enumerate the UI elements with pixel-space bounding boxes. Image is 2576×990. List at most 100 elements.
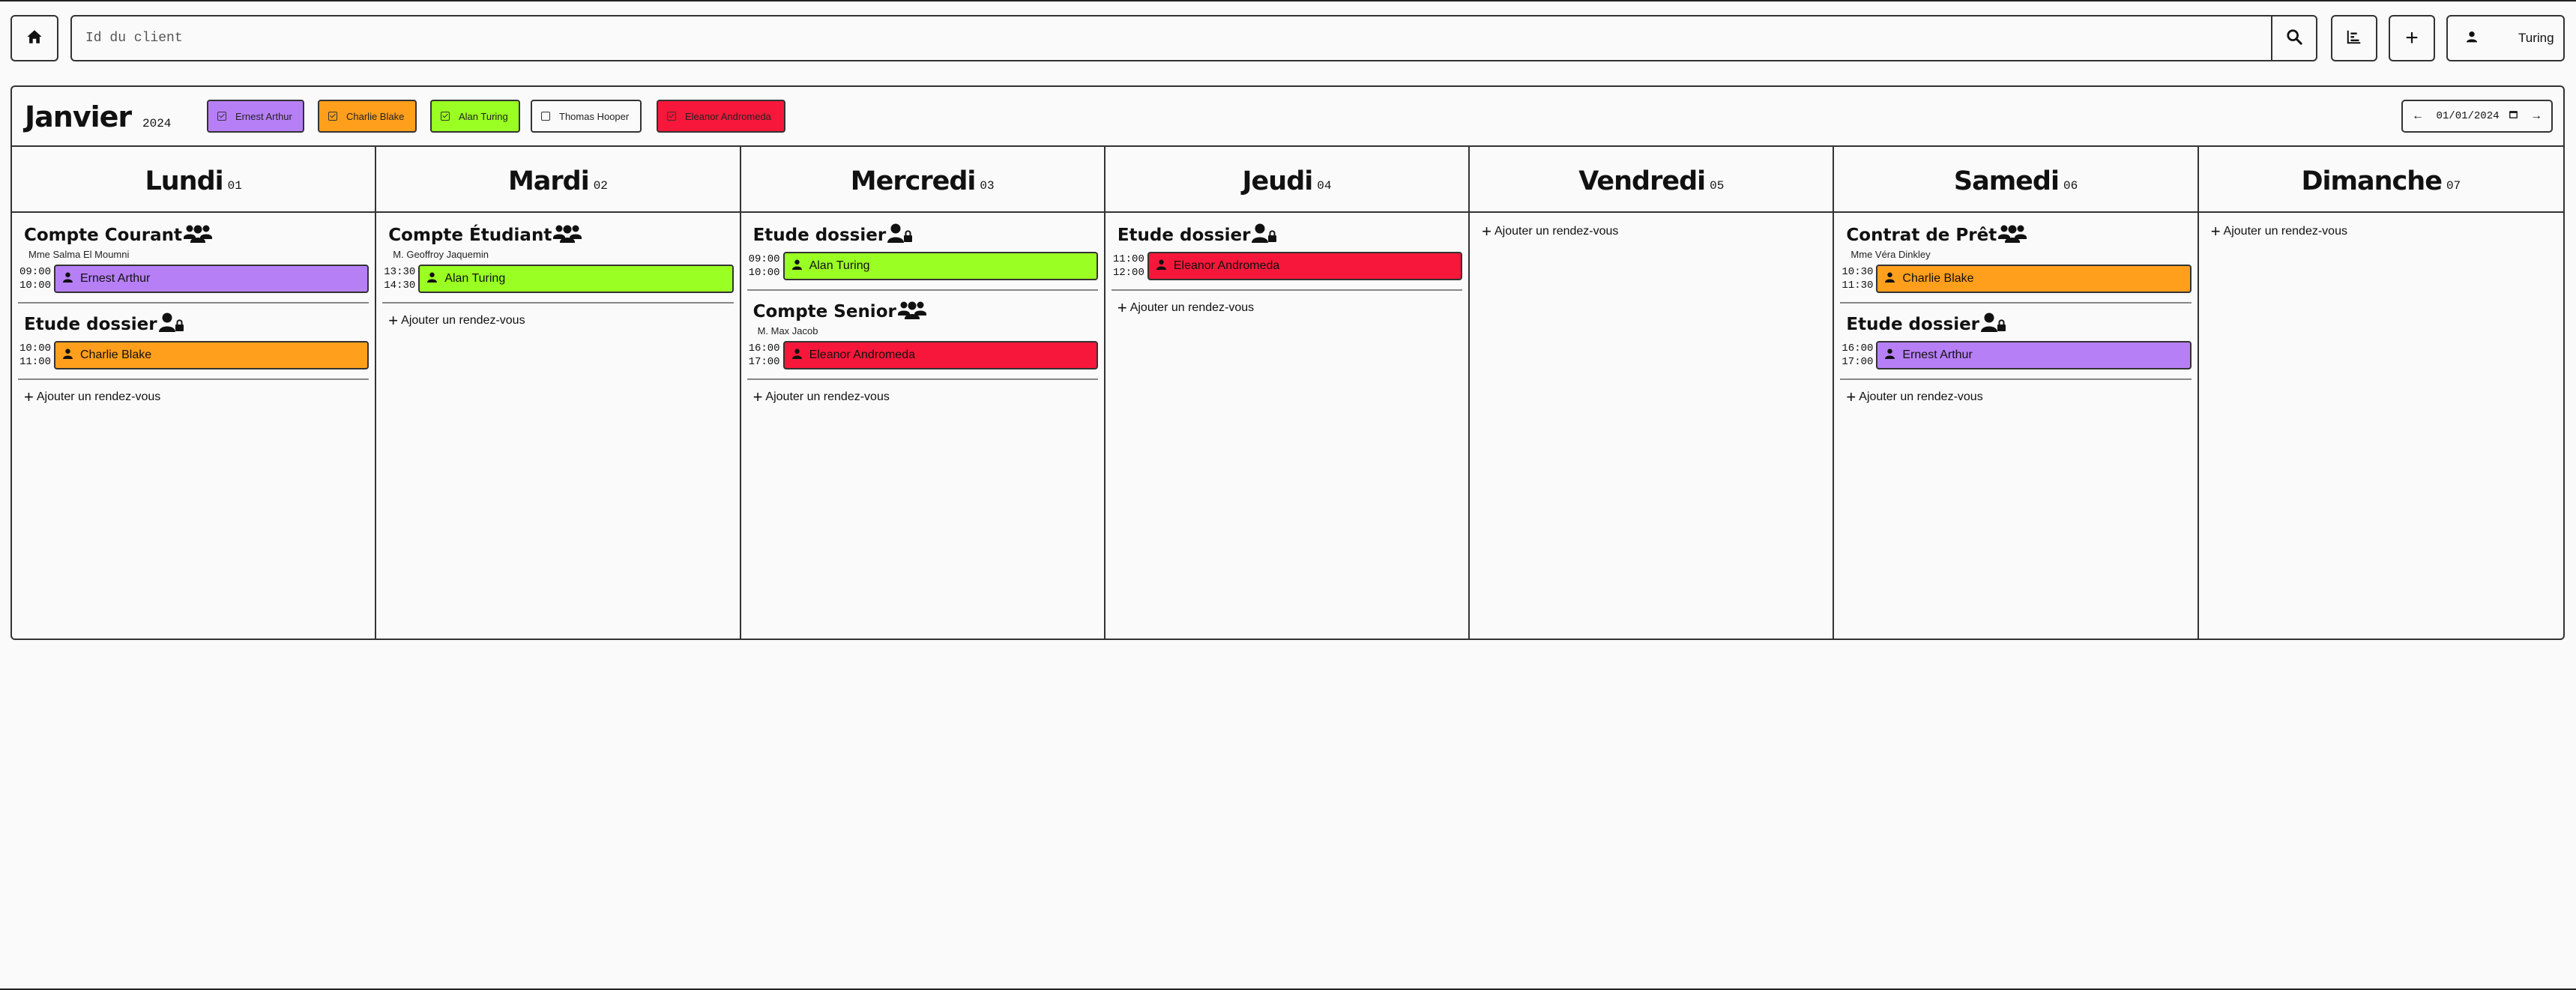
advisor-filter-label: Eleanor Andromeda	[685, 110, 771, 122]
day-body: Etude dossier 09:00 10:00 Alan Turing Compte…	[741, 213, 1104, 405]
add-appointment-label: Ajouter un rendez-vous	[1129, 301, 1255, 314]
home-icon	[26, 28, 43, 49]
appointment-title: Compte Senior	[747, 300, 1098, 324]
user-icon	[791, 348, 809, 363]
add-appointment-link[interactable]: + Ajouter un rendez-vous	[18, 389, 369, 405]
calendar-icon[interactable]	[2509, 109, 2518, 123]
home-button[interactable]	[10, 15, 58, 61]
plus-icon: +	[24, 387, 34, 406]
previous-week-icon[interactable]: ←	[2412, 109, 2424, 123]
advisor-filter-label: Ernest Arthur	[235, 110, 292, 122]
days-grid: Lundi 01 Compte Courant Mme Salma El Moumni…	[12, 147, 2563, 639]
end-time: 17:00	[1841, 356, 1874, 368]
time-range: 09:00 10:00	[747, 253, 783, 280]
advisor-name: Alan Turing	[444, 272, 506, 285]
divider	[18, 302, 369, 304]
search-button[interactable]	[2271, 16, 2316, 60]
client-name: M. Max Jacob	[757, 325, 818, 336]
appointment-advisor-bar[interactable]: Ernest Arthur	[54, 265, 369, 293]
checkbox-icon[interactable]	[667, 112, 676, 121]
plus-icon: +	[752, 387, 763, 406]
appointment-advisor-bar[interactable]: Charlie Blake	[54, 341, 369, 369]
appointment-advisor-bar[interactable]: Eleanor Andromeda	[782, 341, 1098, 369]
start-time: 11:00	[1112, 253, 1144, 265]
top-bar: + Turing	[10, 15, 2565, 61]
next-week-icon[interactable]: →	[2530, 109, 2542, 123]
appointment-title: Etude dossier	[1840, 313, 2191, 336]
add-appointment-link[interactable]: + Ajouter un rendez-vous	[747, 389, 1098, 405]
day-column: Dimanche 07 + Ajouter un rendez-vous	[2198, 147, 2563, 639]
client-name: Mme Véra Dinkley	[1850, 249, 1931, 260]
appointment-advisor-bar[interactable]: Alan Turing	[782, 252, 1098, 280]
divider	[1111, 289, 1463, 291]
advisor-filter-chip[interactable]: Charlie Blake	[318, 100, 417, 133]
add-appointment-link[interactable]: + Ajouter un rendez-vous	[2205, 223, 2557, 240]
appointment-title-text: Etude dossier	[1117, 226, 1251, 245]
appointment-slot: 16:00 17:00 Ernest Arthur	[1840, 341, 2192, 369]
day-body: + Ajouter un rendez-vous	[2199, 213, 2563, 240]
advisor-filter-chip[interactable]: Eleanor Andromeda	[657, 100, 785, 133]
statistics-button[interactable]	[2331, 15, 2377, 61]
user-icon	[1156, 259, 1174, 274]
start-time: 16:00	[1841, 342, 1874, 354]
checkbox-icon[interactable]	[217, 112, 226, 121]
user-icon	[427, 272, 444, 286]
advisor-filter-chip[interactable]: Alan Turing	[430, 100, 520, 133]
appointment-title-text: Compte Courant	[24, 226, 182, 245]
plus-icon: +	[2210, 222, 2221, 241]
checkbox-icon[interactable]	[328, 112, 337, 121]
user-icon	[63, 272, 80, 286]
appointment: Etude dossier 11:00 12:00 Eleanor Andromeda	[1111, 223, 1463, 291]
day-number: 02	[593, 179, 608, 193]
day-header: Jeudi 04	[1105, 147, 1469, 213]
advisor-name: Ernest Arthur	[80, 272, 151, 285]
appointment-slot: 09:00 10:00 Alan Turing	[747, 252, 1098, 280]
checkbox-icon[interactable]	[541, 112, 550, 121]
day-header: Vendredi 05	[1470, 147, 1833, 213]
day-header: Samedi 06	[1834, 147, 2198, 213]
day-name: Dimanche	[2301, 166, 2442, 196]
appointment-title: Compte Étudiant	[382, 223, 733, 247]
advisor-filter-label: Alan Turing	[459, 110, 508, 122]
day-header: Dimanche 07	[2198, 147, 2563, 213]
appointment-advisor-bar[interactable]: Alan Turing	[418, 265, 734, 293]
add-appointment-link[interactable]: + Ajouter un rendez-vous	[1476, 223, 1827, 240]
add-appointment-link[interactable]: + Ajouter un rendez-vous	[1111, 300, 1462, 316]
user-menu-button[interactable]: Turing	[2446, 15, 2565, 61]
advisor-name: Alan Turing	[809, 259, 870, 272]
add-appointment-label: Ajouter un rendez-vous	[401, 314, 525, 327]
advisor-name: Charlie Blake	[80, 348, 152, 361]
appointment-slot: 10:30 11:30 Charlie Blake	[1840, 265, 2192, 293]
appointment-advisor-bar[interactable]: Charlie Blake	[1876, 265, 2192, 293]
advisor-filter-chip[interactable]: Thomas Hooper	[531, 100, 642, 133]
add-button[interactable]: +	[2389, 15, 2435, 61]
user-icon	[2466, 31, 2478, 46]
appointment-slot: 16:00 17:00 Eleanor Andromeda	[747, 341, 1098, 369]
user-icon	[1885, 272, 1902, 286]
appointment-advisor-bar[interactable]: Ernest Arthur	[1876, 341, 2192, 369]
time-range: 13:30 14:30	[382, 265, 418, 292]
appointment-advisor-bar[interactable]: Eleanor Andromeda	[1147, 252, 1463, 280]
day-name: Lundi	[145, 166, 223, 196]
appointment-title-text: Contrat de Prêt	[1846, 226, 1997, 245]
search-bar	[70, 15, 2317, 61]
appointment-title: Compte Courant	[18, 223, 369, 247]
start-time: 13:30	[384, 266, 416, 278]
client-name: M. Geoffroy Jaquemin	[393, 249, 489, 260]
end-time: 11:00	[19, 356, 52, 368]
appointment: Etude dossier 10:00 11:00 Charlie Blake	[18, 313, 369, 380]
group-icon	[896, 299, 926, 325]
appointment-title: Etude dossier	[1111, 223, 1462, 247]
bar-chart-icon	[2346, 28, 2362, 49]
advisor-name: Charlie Blake	[1902, 272, 1974, 285]
checkbox-icon[interactable]	[441, 112, 450, 121]
advisor-filter-chip[interactable]: Ernest Arthur	[207, 100, 304, 133]
appointment: Contrat de Prêt Mme Véra Dinkley 10:30 11:3…	[1840, 223, 2192, 304]
add-appointment-link[interactable]: + Ajouter un rendez-vous	[382, 313, 733, 329]
date-picker[interactable]: ← 01/01/2024 →	[2401, 100, 2553, 133]
end-time: 10:00	[748, 267, 780, 279]
appointment: Compte Courant Mme Salma El Moumni 09:00 10…	[18, 223, 369, 304]
client-id-search-input[interactable]	[72, 16, 2271, 60]
add-appointment-link[interactable]: + Ajouter un rendez-vous	[1840, 389, 2191, 405]
end-time: 10:00	[19, 280, 52, 292]
